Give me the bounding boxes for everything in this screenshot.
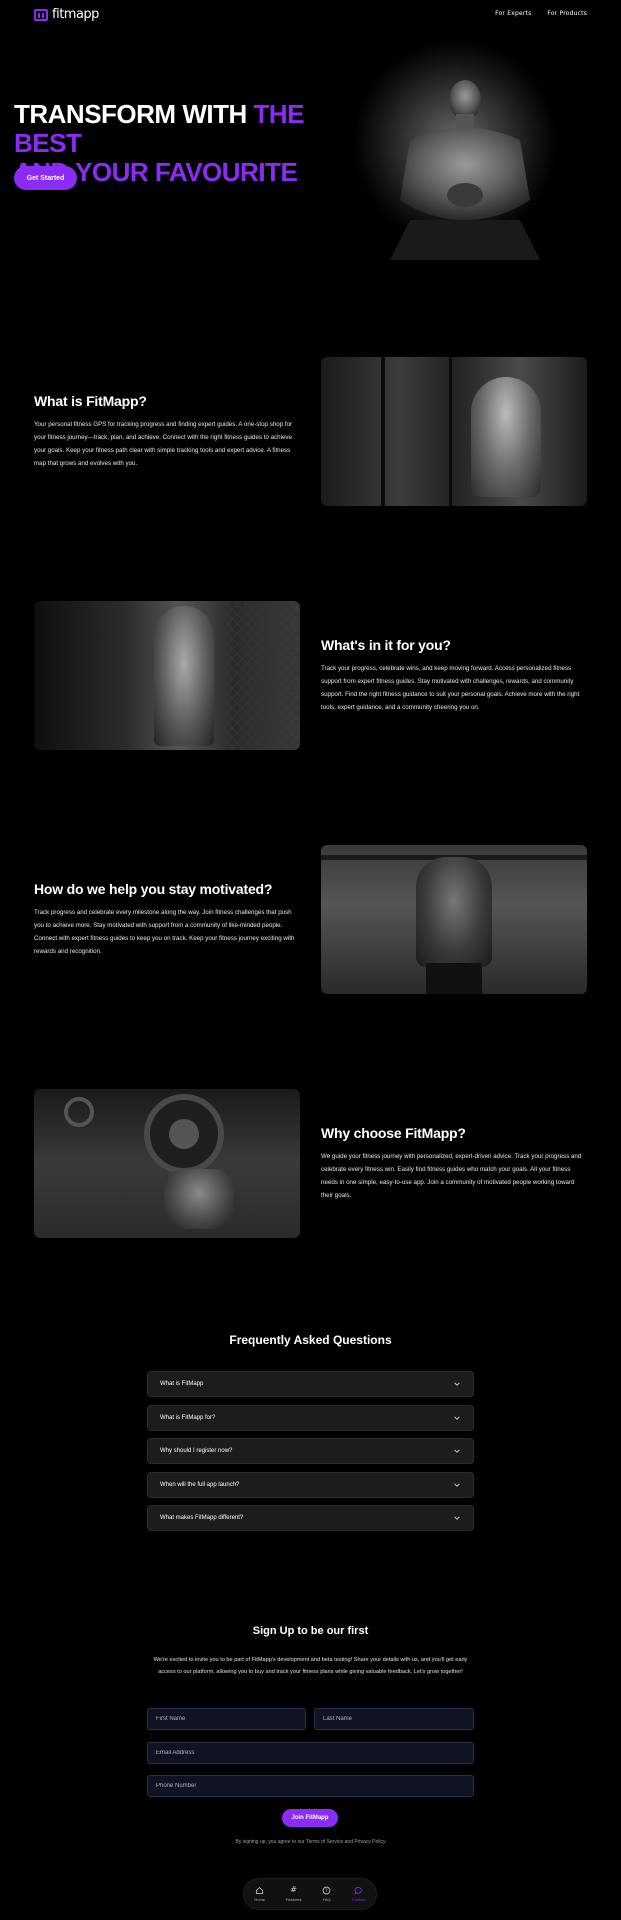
bottom-nav-contact[interactable]: Contact	[352, 1886, 366, 1902]
section-text-why-choose: We guide your fitness journey with perso…	[321, 1153, 582, 1199]
hero-image	[300, 22, 621, 270]
faq-question: Why should I register now?	[160, 1448, 233, 1454]
chevron-down-icon	[454, 1382, 460, 1386]
faq-title: Frequently Asked Questions	[229, 1333, 392, 1347]
help-icon: ?	[322, 1886, 331, 1895]
athlete-figure-image	[390, 80, 540, 260]
signup-title: Sign Up to be our first	[252, 1625, 369, 1637]
phone-field[interactable]	[147, 1775, 474, 1797]
bottom-nav-label: Home	[254, 1897, 265, 1902]
section-image-cage-fighter	[34, 601, 300, 750]
section-text-whats-in-it: Track your progress, celebrate wins, and…	[321, 665, 580, 711]
section-title-why-choose: Why choose FitMapp?	[321, 1125, 466, 1141]
faq-question: What makes FitMapp different?	[160, 1515, 244, 1521]
first-name-field[interactable]	[147, 1708, 306, 1730]
section-text-what-is: Your personal fitness GPS for tracking p…	[34, 421, 293, 467]
bottom-nav-home[interactable]: Home	[254, 1886, 265, 1902]
section-image-pullup	[321, 845, 587, 994]
chevron-down-icon	[454, 1449, 460, 1453]
bottom-nav: Home # Features ? FAQ Contact	[243, 1878, 377, 1910]
email-field[interactable]	[147, 1742, 474, 1764]
chevron-down-icon	[454, 1516, 460, 1520]
faq-question: What is FitMapp for?	[160, 1415, 216, 1421]
chat-icon	[354, 1886, 362, 1895]
section-image-weights	[34, 1089, 300, 1238]
last-name-field[interactable]	[314, 1708, 474, 1730]
hero-title-white: Transform with	[14, 99, 254, 129]
join-fitmapp-button[interactable]: Join FitMapp	[282, 1809, 338, 1827]
section-text-motivated: Track progress and celebrate every miles…	[34, 909, 295, 955]
faq-item[interactable]: Why should I register now?	[147, 1438, 474, 1464]
section-title-whats-in-it: What's in it for you?	[321, 637, 451, 653]
logo-text: fitmapp	[52, 7, 99, 22]
faq-item[interactable]: When will the full app launch?	[147, 1472, 474, 1498]
chevron-down-icon	[454, 1483, 460, 1487]
section-title-what-is: What is FitMapp?	[34, 393, 147, 409]
faq-item[interactable]: What is FitMapp for?	[147, 1405, 474, 1431]
logo-mark-icon	[34, 8, 48, 21]
bottom-nav-features[interactable]: # Features	[285, 1885, 302, 1903]
brand-logo[interactable]: fitmapp	[34, 7, 99, 22]
terms-notice: By signing up, you agree to our Terms of…	[235, 1839, 386, 1845]
top-nav: For Experts For Products	[495, 10, 587, 17]
bottom-nav-label: Contact	[351, 1897, 366, 1902]
section-image-gym-mirror	[321, 357, 587, 506]
chevron-down-icon	[454, 1416, 460, 1420]
section-title-motivated: How do we help you stay motivated?	[34, 881, 273, 897]
get-started-button[interactable]: Get Started	[14, 166, 77, 190]
bottom-nav-faq[interactable]: ? FAQ	[322, 1886, 331, 1902]
faq-question: When will the full app launch?	[160, 1482, 240, 1488]
nav-link-products[interactable]: For Products	[547, 10, 587, 17]
nav-link-experts[interactable]: For Experts	[495, 10, 531, 17]
home-icon	[256, 1887, 264, 1895]
faq-item[interactable]: What makes FitMapp different?	[147, 1505, 474, 1531]
bottom-nav-label: Features	[285, 1897, 302, 1902]
faq-question: What is FitMapp	[160, 1381, 204, 1387]
signup-description: We're excited to invite you to be part o…	[153, 1657, 468, 1675]
hash-icon: #	[290, 1885, 297, 1894]
bottom-nav-label: FAQ	[322, 1897, 331, 1902]
faq-item[interactable]: What is FitMapp	[147, 1371, 474, 1397]
